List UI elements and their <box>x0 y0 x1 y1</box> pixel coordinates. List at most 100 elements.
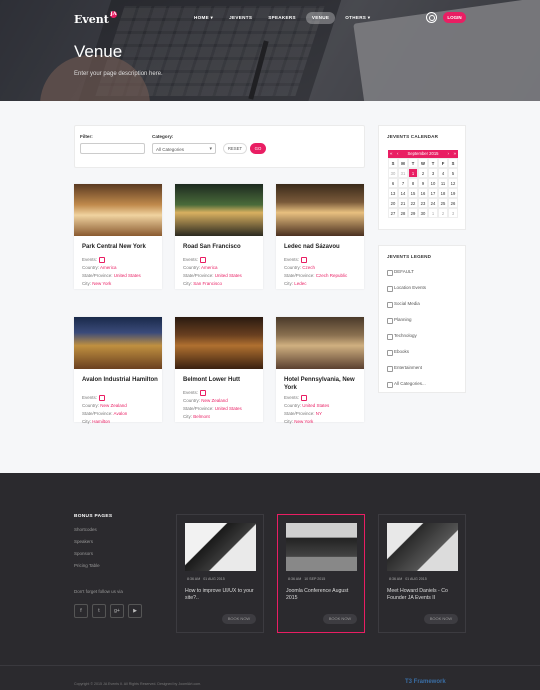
post-image[interactable] <box>286 523 357 571</box>
venue-name[interactable]: Road San Francisco <box>183 244 259 252</box>
post-image[interactable] <box>185 523 256 571</box>
book-now-button[interactable]: BOOK NOW <box>424 614 458 624</box>
venue-image[interactable] <box>175 317 263 369</box>
venue-name[interactable]: Park Central New York <box>82 244 158 252</box>
blog-post-card[interactable]: 8:36 AM 01 AUG 2015 How to improve UI/UX … <box>176 514 264 633</box>
venue-country[interactable]: New Zealand <box>100 403 127 408</box>
t3-framework-logo[interactable]: T3 Framework <box>405 679 446 685</box>
filter-input[interactable] <box>80 143 145 154</box>
venue-country[interactable]: America <box>100 265 117 270</box>
venue-country[interactable]: New Zealand <box>201 398 228 403</box>
legend-item[interactable]: Location Events <box>387 285 426 301</box>
calendar-day[interactable]: 2 <box>418 168 428 178</box>
calendar-day[interactable]: 1 <box>428 208 438 218</box>
footer-link-shortcodes[interactable]: Shortcodes <box>74 527 97 532</box>
footer-link-sponsors[interactable]: Sponsors <box>74 551 93 556</box>
calendar-icon[interactable] <box>301 256 308 263</box>
calendar-day[interactable]: 19 <box>448 188 458 198</box>
calendar-day[interactable]: 6 <box>388 178 398 188</box>
nav-item-jevents[interactable]: JEVENTS <box>223 12 258 24</box>
venue-image[interactable] <box>276 184 364 236</box>
venue-card[interactable]: Belmont Lower Hutt Events: Country: New Ze… <box>175 317 263 422</box>
venue-card[interactable]: Park Central New York Events: Country: Ame… <box>74 184 162 289</box>
twitter-icon[interactable]: t <box>92 604 106 618</box>
venue-state[interactable]: United States <box>114 273 141 278</box>
nav-item-home[interactable]: HOME ▾ <box>188 12 219 24</box>
calendar-day[interactable]: 7 <box>398 178 408 188</box>
venue-state[interactable]: United States <box>215 273 242 278</box>
calendar-day[interactable]: 15 <box>408 188 418 198</box>
prev-year-icon[interactable]: « <box>390 150 393 158</box>
calendar-day[interactable]: 21 <box>398 198 408 208</box>
legend-item[interactable]: Entertainment <box>387 365 426 381</box>
venue-state[interactable]: Avalon <box>114 411 128 416</box>
calendar-day[interactable]: 27 <box>388 208 398 218</box>
calendar-day[interactable]: 12 <box>448 178 458 188</box>
prev-month-icon[interactable]: ‹ <box>397 150 399 158</box>
venue-state[interactable]: NY <box>316 411 322 416</box>
calendar-day[interactable]: 2 <box>438 208 448 218</box>
venue-city[interactable]: Ledec <box>294 281 306 286</box>
calendar-day[interactable]: 18 <box>438 188 448 198</box>
nav-item-venue[interactable]: VENUE <box>305 12 336 24</box>
calendar-day[interactable]: 11 <box>438 178 448 188</box>
footer-link-pricing-table[interactable]: Pricing Table <box>74 563 100 568</box>
site-logo[interactable]: Event JA <box>74 11 117 26</box>
venue-city[interactable]: Hamilton <box>92 419 110 424</box>
calendar-icon[interactable] <box>200 389 207 396</box>
calendar-day[interactable]: 8 <box>408 178 418 188</box>
calendar-day[interactable]: 10 <box>428 178 438 188</box>
book-now-button[interactable]: BOOK NOW <box>222 614 256 624</box>
go-button[interactable]: GO <box>250 143 266 154</box>
venue-city[interactable]: San Francisco <box>193 281 222 286</box>
calendar-day[interactable]: 30 <box>388 168 398 178</box>
calendar-icon[interactable] <box>200 256 207 263</box>
blog-post-card[interactable]: 8:36 AM 10 SEP 2015 Joomla Conference Aug… <box>277 514 365 633</box>
calendar-day[interactable]: 31 <box>398 168 408 178</box>
venue-name[interactable]: Hotel Pennsylvania, New York <box>284 377 360 392</box>
search-icon[interactable] <box>426 12 437 23</box>
venue-country[interactable]: United States <box>302 403 329 408</box>
post-title[interactable]: Meet Howard Daniels - Co Founder JA Even… <box>387 588 459 602</box>
youtube-icon[interactable]: ▶ <box>128 604 142 618</box>
venue-image[interactable] <box>175 184 263 236</box>
venue-country[interactable]: America <box>201 265 218 270</box>
post-title[interactable]: How to improve UI/UX to your site?.. <box>185 588 257 602</box>
calendar-icon[interactable] <box>99 394 106 401</box>
facebook-icon[interactable]: f <box>74 604 88 618</box>
calendar-day[interactable]: 13 <box>388 188 398 198</box>
legend-item[interactable]: DEFAULT <box>387 269 426 285</box>
calendar-day[interactable]: 30 <box>418 208 428 218</box>
book-now-button[interactable]: BOOK NOW <box>323 614 357 624</box>
legend-item[interactable]: Technology <box>387 333 426 349</box>
calendar-icon[interactable] <box>99 256 106 263</box>
calendar-day[interactable]: 28 <box>398 208 408 218</box>
nav-item-speakers[interactable]: SPEAKERS <box>262 12 302 24</box>
venue-name[interactable]: Belmont Lower Hutt <box>183 377 259 385</box>
login-button[interactable]: LOGIN <box>443 12 466 23</box>
blog-post-card[interactable]: 8:36 AM 01 AUG 2015 Meet Howard Daniels -… <box>378 514 466 633</box>
calendar-day[interactable]: 4 <box>438 168 448 178</box>
calendar-day[interactable]: 26 <box>448 198 458 208</box>
calendar-day[interactable]: 9 <box>418 178 428 188</box>
calendar-day[interactable]: 17 <box>428 188 438 198</box>
venue-city[interactable]: Belmont <box>193 414 210 419</box>
venue-name[interactable]: Ledec nad Sázavou <box>284 244 360 252</box>
calendar-day[interactable]: 3 <box>448 208 458 218</box>
calendar-day[interactable]: 23 <box>418 198 428 208</box>
venue-image[interactable] <box>74 317 162 369</box>
venue-card[interactable]: Hotel Pennsylvania, New York Events: Count… <box>276 317 364 424</box>
venue-card[interactable]: Ledec nad Sázavou Events: Country: Czech St… <box>276 184 364 289</box>
post-title[interactable]: Joomla Conference August 2015 <box>286 588 358 602</box>
nav-item-others[interactable]: OTHERS ▾ <box>339 12 376 24</box>
next-year-icon[interactable]: » <box>453 150 456 158</box>
venue-country[interactable]: Czech <box>302 265 315 270</box>
venue-card[interactable]: Avalon Industrial Hamilton Events: Country… <box>74 317 162 424</box>
calendar-day[interactable]: 22 <box>408 198 418 208</box>
legend-item[interactable]: Planning <box>387 317 426 333</box>
category-select[interactable]: All Categories <box>152 143 216 154</box>
calendar-day[interactable]: 16 <box>418 188 428 198</box>
legend-item[interactable]: All Categories... <box>387 381 426 397</box>
calendar-day[interactable]: 24 <box>428 198 438 208</box>
venue-card[interactable]: Road San Francisco Events: Country: Americ… <box>175 184 263 289</box>
